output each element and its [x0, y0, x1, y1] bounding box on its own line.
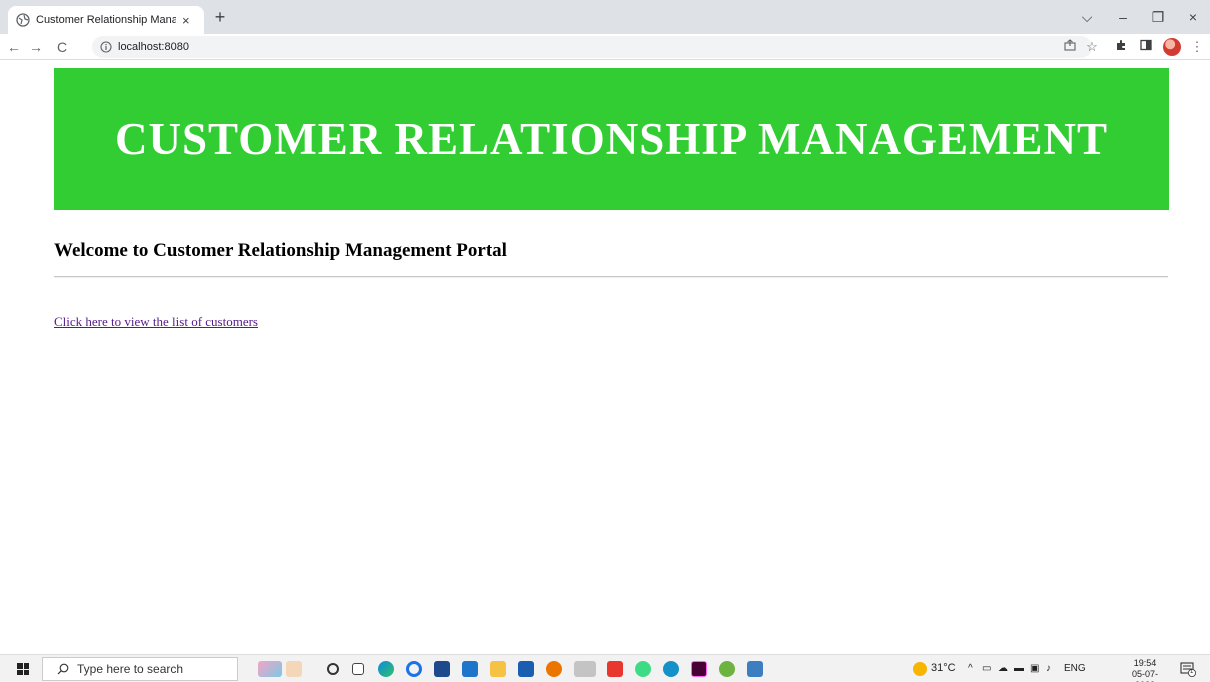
mail-icon[interactable]: [462, 661, 478, 677]
taskbar: Type here to search 31°C ^ ▭ ☁ ▬ ▣ ♪ ENG…: [0, 654, 1210, 682]
network-icon[interactable]: ▭: [982, 663, 991, 674]
forward-button[interactable]: →: [26, 37, 46, 57]
visual-studio-icon[interactable]: [518, 661, 534, 677]
new-tab-button[interactable]: +: [210, 7, 230, 27]
search-highlight-icon[interactable]: [286, 661, 302, 677]
profile-avatar[interactable]: [1163, 38, 1181, 56]
search-icon: [57, 663, 69, 675]
close-window-button[interactable]: ×: [1183, 7, 1203, 27]
app-icon[interactable]: [663, 661, 679, 677]
cortana-icon[interactable]: [327, 663, 339, 675]
wifi-icon[interactable]: ▣: [1030, 663, 1039, 674]
task-view-icon[interactable]: [352, 663, 364, 675]
address-bar[interactable]: localhost:8080: [92, 36, 1092, 58]
tab-title: Customer Relationship Managem: [36, 14, 176, 26]
search-highlight-icon[interactable]: [258, 661, 282, 677]
input-language[interactable]: ENG: [1064, 663, 1086, 674]
clock-time: 19:54: [1133, 658, 1157, 668]
search-placeholder: Type here to search: [77, 662, 184, 676]
edge-icon[interactable]: [378, 661, 394, 677]
url-text: localhost:8080: [118, 41, 189, 53]
clock-date: 05-07-2022: [1131, 669, 1158, 682]
browser-tab[interactable]: Customer Relationship Managem ×: [8, 6, 204, 34]
volume-icon[interactable]: ♪: [1046, 663, 1051, 674]
extensions-icon[interactable]: [1111, 37, 1131, 57]
app-icon[interactable]: [747, 661, 763, 677]
taskbar-search[interactable]: Type here to search: [42, 657, 238, 681]
tab-close-icon[interactable]: ×: [182, 14, 190, 27]
tab-search-icon[interactable]: ⌵: [1077, 7, 1097, 27]
share-icon[interactable]: [1060, 37, 1080, 57]
android-studio-icon[interactable]: [635, 661, 651, 677]
adobe-xd-icon[interactable]: [691, 661, 707, 677]
info-icon[interactable]: [100, 41, 112, 53]
spring-icon[interactable]: [719, 661, 735, 677]
battery-icon[interactable]: ▬: [1014, 663, 1024, 674]
weather-icon[interactable]: [913, 662, 927, 676]
restore-button[interactable]: ❐: [1148, 7, 1168, 27]
horizontal-divider: [54, 276, 1168, 278]
chevron-up-icon[interactable]: ^: [968, 663, 973, 674]
cortana-ring-icon[interactable]: [406, 661, 422, 677]
globe-icon: [16, 13, 30, 27]
browser-toolbar: ← → C localhost:8080 ☆ ⋮: [0, 34, 1210, 60]
menu-icon[interactable]: ⋮: [1187, 37, 1207, 57]
file-explorer-icon[interactable]: [490, 661, 506, 677]
back-button[interactable]: ←: [4, 37, 24, 57]
onedrive-icon[interactable]: ☁: [998, 663, 1008, 674]
star-icon[interactable]: ☆: [1082, 37, 1102, 57]
store-icon[interactable]: [434, 661, 450, 677]
header-banner: CUSTOMER RELATIONSHIP MANAGEMENT: [54, 68, 1169, 210]
notification-icon[interactable]: 1: [1180, 661, 1196, 677]
sidepanel-icon[interactable]: [1136, 37, 1156, 57]
clock[interactable]: 19:54 05-07-2022: [1122, 658, 1168, 682]
customer-list-link[interactable]: Click here to view the list of customers: [54, 314, 258, 330]
git-icon[interactable]: [607, 661, 623, 677]
notification-count: 1: [1190, 669, 1194, 675]
page-title: CUSTOMER RELATIONSHIP MANAGEMENT: [115, 114, 1108, 164]
chrome-active-icon[interactable]: [574, 661, 596, 677]
minimize-button[interactable]: –: [1113, 7, 1133, 27]
tab-strip: Customer Relationship Managem × + ⌵ – ❐ …: [0, 0, 1210, 34]
windows-start-icon[interactable]: [17, 663, 29, 675]
reload-button[interactable]: C: [52, 37, 72, 57]
blender-icon[interactable]: [546, 661, 562, 677]
welcome-heading: Welcome to Customer Relationship Managem…: [54, 240, 507, 261]
weather-temperature[interactable]: 31°C: [931, 662, 956, 674]
